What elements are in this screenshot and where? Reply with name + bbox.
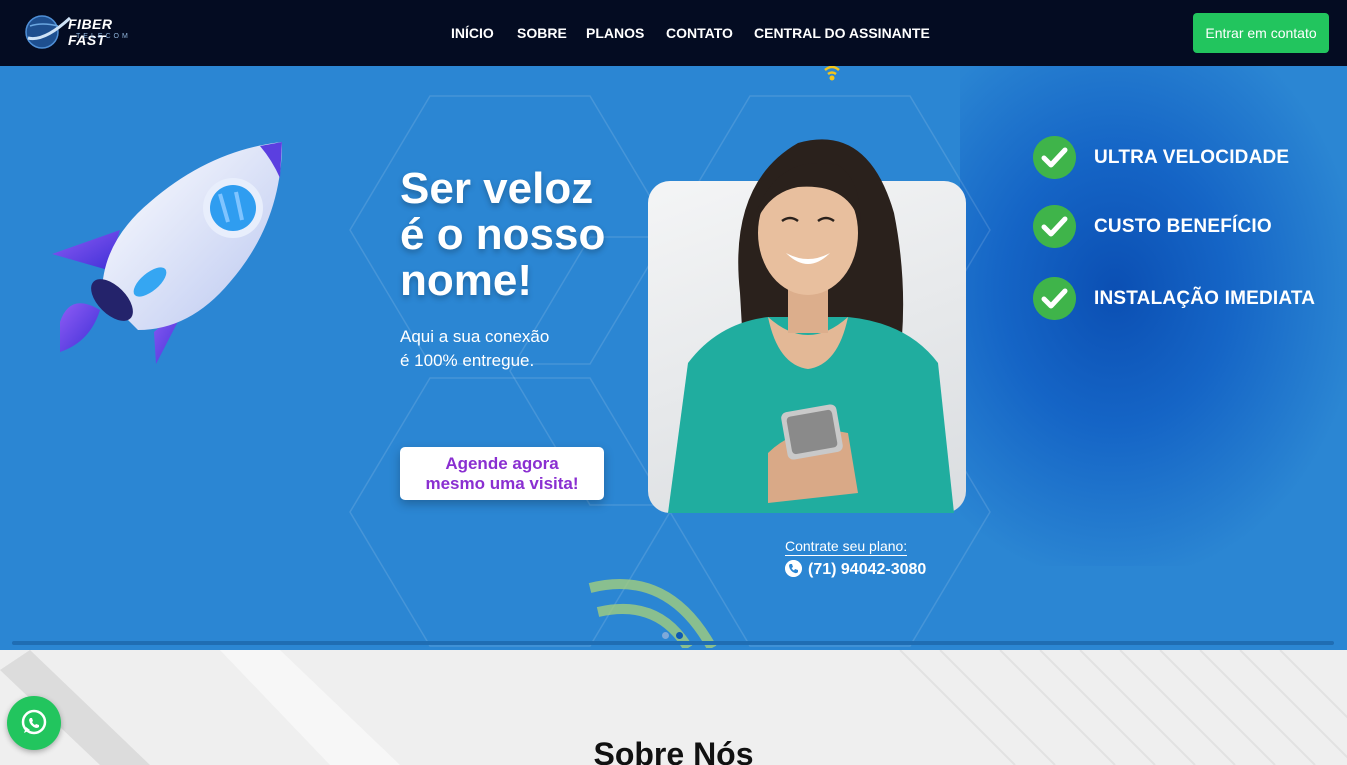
woman-with-phone-image <box>668 139 954 513</box>
whatsapp-button[interactable] <box>7 696 61 750</box>
check-icon <box>1033 205 1076 248</box>
benefit-ultra-velocidade: ULTRA VELOCIDADE <box>1033 136 1347 180</box>
benefit-label: ULTRA VELOCIDADE <box>1094 147 1290 168</box>
nav-link-sobre[interactable]: SOBRE <box>517 25 567 41</box>
cta-line-1: Agende agora <box>445 454 559 473</box>
subtitle-line-1: Aqui a sua conexão <box>400 327 550 346</box>
wifi-graphic <box>588 579 717 648</box>
plan-label: Contrate seu plano: <box>785 538 908 556</box>
benefit-label: INSTALAÇÃO IMEDIATA <box>1094 288 1316 309</box>
subtitle-line-2: é 100% entregue. <box>400 351 535 370</box>
whatsapp-icon <box>21 709 47 735</box>
slider-dot[interactable] <box>662 632 669 639</box>
contact-button[interactable]: Entrar em contato <box>1193 13 1329 53</box>
headline-line-2: é o nosso <box>400 210 606 259</box>
schedule-visit-button[interactable]: Agende agora mesmo uma visita! <box>400 447 604 500</box>
benefit-label: CUSTO BENEFÍCIO <box>1094 216 1272 237</box>
slider-dot-active[interactable] <box>676 632 683 639</box>
nav-link-central-do-assinante[interactable]: CENTRAL DO ASSINANTE <box>754 25 930 41</box>
nav-link-inicio[interactable]: INÍCIO <box>451 25 494 41</box>
site-header: FIBER FAST TELECOM INÍCIO SOBRE PLANOS C… <box>0 0 1347 66</box>
rocket-illustration <box>52 142 282 364</box>
check-icon <box>1033 277 1076 320</box>
hero-headline: Ser veloz é o nosso nome! <box>400 166 605 304</box>
nav-link-planos[interactable]: PLANOS <box>586 25 644 41</box>
phone-link[interactable]: (71) 94042-3080 <box>785 560 926 579</box>
about-title: Sobre Nós <box>593 736 754 765</box>
about-section: Sobre Nós <box>0 650 1347 765</box>
hero-banner: Ser veloz é o nosso nome! Aqui a sua con… <box>0 66 1347 650</box>
check-icon <box>1033 136 1076 179</box>
headline-line-1: Ser veloz <box>400 164 594 213</box>
benefit-instalacao-imediata: INSTALAÇÃO IMEDIATA <box>1033 277 1347 321</box>
main-nav: INÍCIO SOBRE PLANOS CONTATO CENTRAL DO A… <box>0 25 1347 43</box>
phone-number: (71) 94042-3080 <box>808 561 927 578</box>
hero-subtitle: Aqui a sua conexão é 100% entregue. <box>400 325 549 373</box>
slider-track <box>12 641 1334 645</box>
phone-icon <box>785 560 802 577</box>
cta-line-2: mesmo uma visita! <box>425 474 579 493</box>
headline-line-3: nome! <box>400 256 532 305</box>
wifi-icon <box>824 66 840 81</box>
nav-link-contato[interactable]: CONTATO <box>666 25 733 41</box>
benefit-custo-beneficio: CUSTO BENEFÍCIO <box>1033 205 1347 249</box>
